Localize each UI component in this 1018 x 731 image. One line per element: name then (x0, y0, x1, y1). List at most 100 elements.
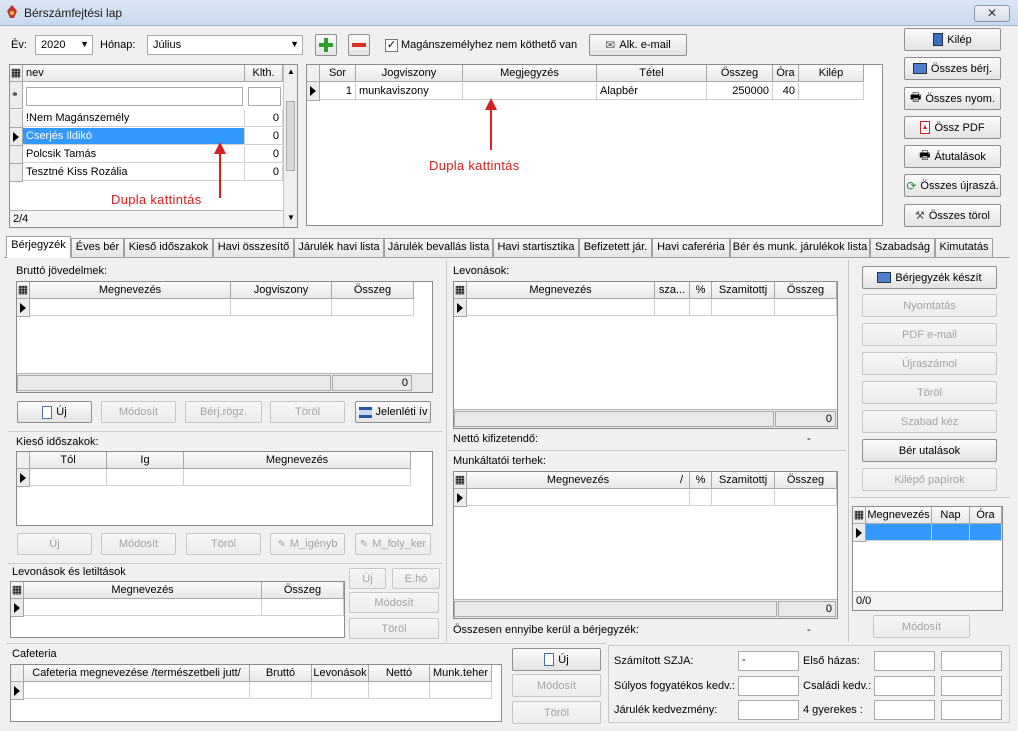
table-cell[interactable] (775, 489, 837, 506)
col-tetel[interactable]: Tétel (597, 65, 707, 82)
col-megnevezes[interactable]: Megnevezés (24, 582, 262, 599)
all-recalc-button[interactable]: ⟳ Összes újraszá. (904, 174, 1001, 197)
col-osszeg[interactable]: Összeg (707, 65, 773, 82)
transfers-button[interactable]: 🖶 Átutalások (904, 145, 1001, 168)
col-osszeg[interactable]: Összeg (775, 282, 837, 299)
pdf-email-button[interactable]: PDF e-mail (862, 323, 997, 346)
col-megnevezes[interactable]: Megnevezés (184, 452, 411, 469)
table-row[interactable] (30, 469, 107, 486)
table-row[interactable] (467, 299, 655, 316)
all-payslips-button[interactable]: Összes bérj. (904, 57, 1001, 80)
item-ora[interactable]: 40 (773, 83, 799, 100)
attendance-button[interactable]: Jelenléti ív (355, 401, 431, 423)
all-delete-button[interactable]: ⚒ Összes törol (904, 204, 1001, 227)
col-klth[interactable]: Klth. (245, 65, 283, 82)
tab-eves-ber[interactable]: Éves bér (71, 238, 124, 257)
col-szamitottj[interactable]: Szamitottj (712, 472, 775, 489)
col-sza[interactable]: sza... (655, 282, 690, 299)
tab-berjegyzek[interactable]: Bérjegyzék (6, 236, 71, 258)
col-megnevezes[interactable]: Megnevezés / (467, 472, 690, 489)
scroll-thumb[interactable] (286, 101, 295, 171)
absence-new-button[interactable]: Új (17, 533, 92, 555)
tab-befizetett-jar[interactable]: Befizetett jár. (579, 238, 652, 257)
add-button[interactable] (315, 34, 337, 56)
item-sor[interactable]: 1 (320, 83, 356, 100)
col-osszeg[interactable]: Összeg (775, 472, 837, 489)
tab-ber-es-munk-jarulekok-lista[interactable]: Bér és munk. járulékok lista (730, 238, 870, 257)
col-nev[interactable]: nev (23, 65, 245, 82)
item-jogviszony[interactable]: munkaviszony (356, 83, 463, 100)
col-cafeteria-name[interactable]: Cafeteria megnevezése /természetbeli jut… (24, 665, 250, 682)
grid-settings-icon[interactable]: ▦ (11, 582, 24, 599)
table-cell[interactable] (231, 299, 332, 316)
scroll-down-icon[interactable]: ▼ (287, 213, 295, 222)
col-munk-teher[interactable]: Munk.teher (430, 665, 492, 682)
table-cell[interactable] (712, 489, 775, 506)
table-cell[interactable] (262, 599, 344, 616)
close-button[interactable]: ✕ (974, 5, 1010, 22)
table-cell[interactable] (107, 469, 184, 486)
table-row-selected[interactable] (866, 524, 932, 541)
item-osszeg[interactable]: 250000 (707, 83, 773, 100)
exit-button[interactable]: Kilép (904, 28, 1001, 51)
deduct-delete-button[interactable]: Töröl (349, 618, 439, 639)
table-cell[interactable] (184, 469, 411, 486)
cafeteria-new-button[interactable]: Új (512, 648, 601, 671)
all-print-button[interactable]: 🖶 Összes nyom. (904, 87, 1001, 110)
table-row[interactable] (24, 599, 262, 616)
table-row[interactable] (30, 299, 231, 316)
print-button[interactable]: Nyomtatás (862, 294, 997, 317)
deduct-eho-button[interactable]: E.hó (392, 568, 440, 589)
gross-modify-button[interactable]: Módosít (101, 401, 176, 423)
table-cell[interactable] (690, 299, 712, 316)
free-hand-button[interactable]: Szabad kéz (862, 410, 997, 433)
col-ora[interactable]: Óra (773, 65, 799, 82)
gross-delete-button[interactable]: Töröl (270, 401, 345, 423)
table-cell[interactable] (332, 299, 414, 316)
table-row[interactable]: !Nem Magánszemély (23, 110, 245, 127)
scroll-up-icon[interactable]: ▲ (287, 67, 295, 76)
tab-havi-cafeteria[interactable]: Havi caferéria (652, 238, 730, 257)
m-igenyb-button[interactable]: ✎ M_igényb (270, 533, 345, 555)
month-select[interactable]: Július ▼ (147, 35, 303, 55)
col-kilep[interactable]: Kilép (799, 65, 864, 82)
grid-settings-icon[interactable]: ▦ (454, 282, 467, 299)
gross-berj-button[interactable]: Bérj.rögz. (185, 401, 262, 423)
col-megnevezes[interactable]: Megnevezés (866, 507, 932, 524)
col-sor[interactable]: Sor (320, 65, 356, 82)
leave-modify-button[interactable]: Módosít (873, 615, 970, 638)
table-cell[interactable] (430, 682, 492, 699)
remove-button[interactable] (348, 34, 370, 56)
col-ora[interactable]: Óra (970, 507, 1002, 524)
tab-jarulek-havi-lista[interactable]: Járulék havi lista (294, 238, 384, 257)
col-osszeg[interactable]: Összeg (332, 282, 414, 299)
col-jogviszony[interactable]: Jogviszony (356, 65, 463, 82)
col-ig[interactable]: Ig (107, 452, 184, 469)
col-megjegyzes[interactable]: Megjegyzés (463, 65, 597, 82)
table-cell[interactable] (712, 299, 775, 316)
deduct-new-button[interactable]: Új (349, 568, 386, 589)
table-row[interactable] (24, 682, 250, 699)
grid-settings-icon[interactable]: ▦ (454, 472, 467, 489)
create-payslip-button[interactable]: Bérjegyzék készít (862, 266, 997, 289)
col-tol[interactable]: Tól (30, 452, 107, 469)
absence-modify-button[interactable]: Módosít (101, 533, 176, 555)
col-megnevezes[interactable]: Megnevezés (467, 282, 655, 299)
tab-jarulek-bevallas-lista[interactable]: Járulék bevallás lista (384, 238, 493, 257)
klth-filter-input[interactable] (248, 87, 281, 106)
cafeteria-modify-button[interactable]: Módosít (512, 674, 601, 697)
year-select[interactable]: 2020 ▼ (35, 35, 93, 55)
table-cell[interactable] (312, 682, 369, 699)
absence-delete-button[interactable]: Töröl (186, 533, 261, 555)
table-cell[interactable] (690, 489, 712, 506)
vertical-scrollbar[interactable]: ▲ ▼ (283, 65, 297, 227)
col-percent[interactable]: % (690, 472, 712, 489)
email-button[interactable]: ✉ Alk. e-mail (589, 34, 687, 56)
tab-havi-osszesito[interactable]: Havi összesítő (213, 238, 294, 257)
salary-transfers-button[interactable]: Bér utalások (862, 439, 997, 462)
table-cell[interactable] (369, 682, 430, 699)
cafeteria-delete-button[interactable]: Töröl (512, 701, 601, 724)
grid-settings-icon[interactable]: ▦ (17, 282, 30, 299)
tab-kimutatas[interactable]: Kimutatás (935, 238, 993, 257)
gross-new-button[interactable]: Új (17, 401, 92, 423)
